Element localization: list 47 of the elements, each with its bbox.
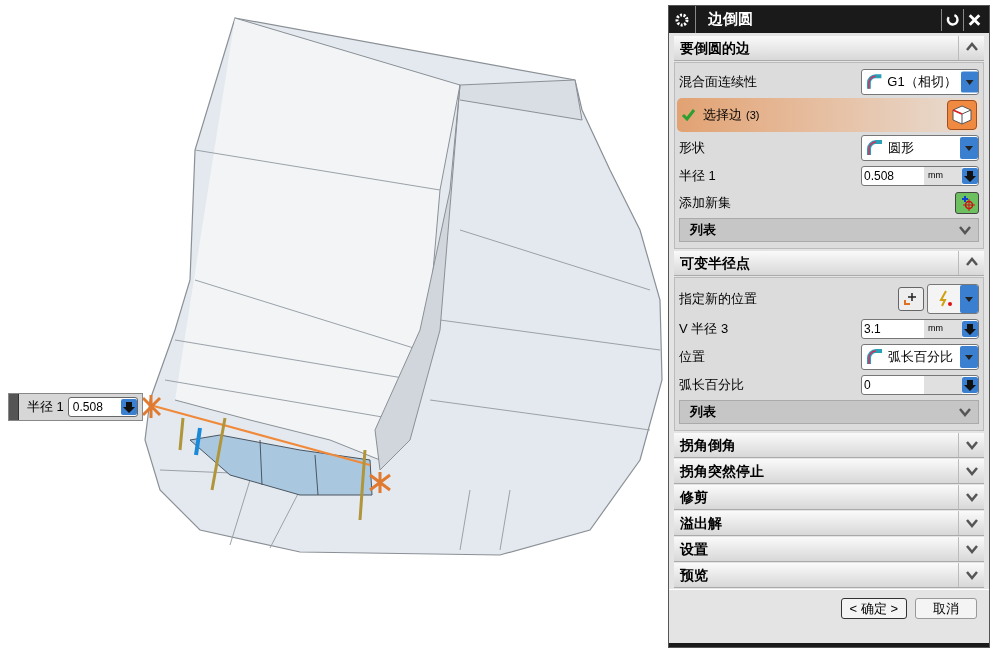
field-label: 添加新集	[679, 194, 732, 213]
list-header[interactable]: 列表	[679, 400, 979, 424]
field-label: 混合面连续性	[679, 73, 758, 92]
number-input[interactable]: 0.508 mm	[861, 166, 979, 186]
radius-label: 半径 1	[27, 398, 64, 417]
ok-button[interactable]: < 确定 >	[840, 598, 907, 619]
field-label: 形状	[679, 139, 706, 158]
list-header[interactable]: 列表	[679, 218, 979, 242]
section-header[interactable]: 修剪	[674, 485, 984, 510]
field-label: 弧长百分比	[679, 376, 745, 395]
point-dialog-button[interactable]	[898, 287, 924, 311]
fillet-shape-icon[interactable]	[866, 348, 884, 366]
section-header[interactable]: 拐角倒角	[674, 433, 984, 458]
dropdown[interactable]: 弧长百分比	[861, 344, 979, 370]
selection-count: (3)	[746, 107, 761, 123]
field-label: 指定新的位置	[679, 290, 758, 309]
section-header[interactable]: 设置	[674, 537, 984, 562]
selection-label: 选择边	[703, 106, 742, 125]
checkmark-icon[interactable]	[681, 108, 695, 122]
section-header[interactable]: 预览	[674, 563, 984, 588]
down-arrow-icon[interactable]	[962, 168, 978, 184]
settings-icon[interactable]	[674, 11, 690, 28]
list-title: 列表	[689, 403, 717, 422]
point-type-dropdown[interactable]	[927, 284, 979, 314]
section-header[interactable]: 可变半径点	[674, 251, 984, 276]
section-header[interactable]: 要倒圆的边	[674, 36, 984, 61]
dropdown[interactable]: G1（相切）	[861, 69, 979, 95]
dialog-title: 边倒圆	[708, 9, 754, 30]
radius-input[interactable]: 0.508	[67, 397, 138, 417]
fillet-shape-icon[interactable]	[866, 139, 884, 157]
list-title: 列表	[689, 221, 717, 240]
number-input[interactable]: 0	[861, 375, 979, 395]
field-label: V 半径 3	[679, 320, 730, 339]
section-header[interactable]: 拐角突然停止	[674, 459, 984, 484]
down-arrow-icon[interactable]	[962, 377, 978, 393]
field-label: 半径 1	[679, 167, 717, 186]
plus-icon[interactable]	[903, 291, 919, 307]
field-label: 位置	[679, 348, 706, 367]
dropdown[interactable]: 圆形	[861, 135, 979, 161]
fillet-shape-icon[interactable]	[866, 73, 884, 91]
cancel-button[interactable]: 取消	[915, 598, 977, 619]
selection-bar[interactable]: 选择边 (3)	[677, 98, 981, 132]
down-arrow-icon[interactable]	[120, 399, 137, 415]
down-arrow-icon[interactable]	[962, 321, 978, 337]
section-header[interactable]: 溢出解	[674, 511, 984, 536]
number-input[interactable]: 3.1 mm	[861, 319, 979, 339]
grip-icon[interactable]	[9, 394, 19, 420]
